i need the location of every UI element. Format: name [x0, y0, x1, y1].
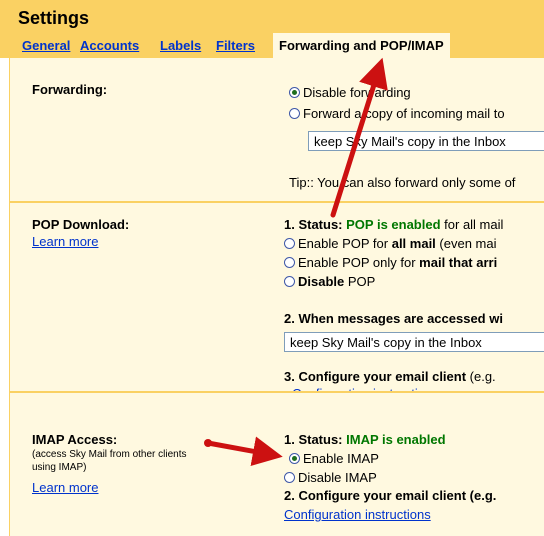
forward-copy-radio[interactable] [289, 108, 300, 119]
page-title: Settings [18, 8, 90, 28]
enable-imap-option[interactable]: Enable IMAP [289, 450, 379, 468]
tab-labels[interactable]: Labels [160, 38, 201, 53]
pop-all-mail-option[interactable]: Enable POP for all mail (even mai [284, 235, 497, 253]
pop-step3-label: 3. Configure your email client (e.g. [284, 369, 496, 384]
tab-forwarding-pop-imap[interactable]: Forwarding and POP/IMAP [272, 32, 451, 59]
pop-disable-radio[interactable] [284, 276, 295, 287]
enable-imap-radio[interactable] [289, 453, 300, 464]
forwarding-tip: Tip:: You can also forward only some of [289, 175, 516, 190]
pop-learn-more-link[interactable]: Learn more [32, 234, 98, 249]
forwarding-label: Forwarding: [32, 82, 108, 97]
imap-section: IMAP Access: (access Sky Mail from other… [10, 393, 544, 536]
imap-description: (access Sky Mail from other clients usin… [32, 449, 187, 473]
pop-disable-option[interactable]: Disable POP [284, 273, 375, 291]
forwarding-section: Forwarding: Disable forwarding Forward a… [10, 58, 544, 201]
pop-new-mail-option[interactable]: Enable POP only for mail that arri [284, 254, 497, 272]
pop-section: POP Download: Learn more 1. Status: POP … [10, 203, 544, 401]
pop-new-mail-radio[interactable] [284, 257, 295, 268]
imap-step2-label: 2. Configure your email client (e.g. [284, 488, 497, 503]
disable-forwarding-option[interactable]: Disable forwarding [289, 84, 411, 102]
pop-all-mail-radio[interactable] [284, 238, 295, 249]
pop-status: 1. Status: POP is enabled for all mail [284, 217, 504, 232]
forward-copy-option[interactable]: Forward a copy of incoming mail to [289, 105, 505, 123]
settings-content: Forwarding: Disable forwarding Forward a… [9, 58, 544, 536]
imap-learn-more-link[interactable]: Learn more [32, 480, 98, 495]
tab-filters[interactable]: Filters [216, 38, 255, 53]
disable-imap-radio[interactable] [284, 472, 295, 483]
settings-header: Settings General Accounts Labels Filters… [0, 0, 544, 59]
disable-forwarding-radio[interactable] [289, 87, 300, 98]
pop-keep-select[interactable]: keep Sky Mail's copy in the Inbox [284, 332, 544, 352]
imap-status: 1. Status: IMAP is enabled [284, 432, 446, 447]
imap-label: IMAP Access: [32, 432, 118, 447]
forwarding-keep-select[interactable]: keep Sky Mail's copy in the Inbox [308, 131, 544, 151]
pop-step2-label: 2. When messages are accessed wi [284, 311, 503, 326]
disable-imap-option[interactable]: Disable IMAP [284, 469, 377, 487]
tab-accounts[interactable]: Accounts [80, 38, 139, 53]
tab-general[interactable]: General [22, 38, 70, 53]
pop-label: POP Download: [32, 217, 130, 232]
imap-config-instructions-link[interactable]: Configuration instructions [284, 507, 431, 522]
